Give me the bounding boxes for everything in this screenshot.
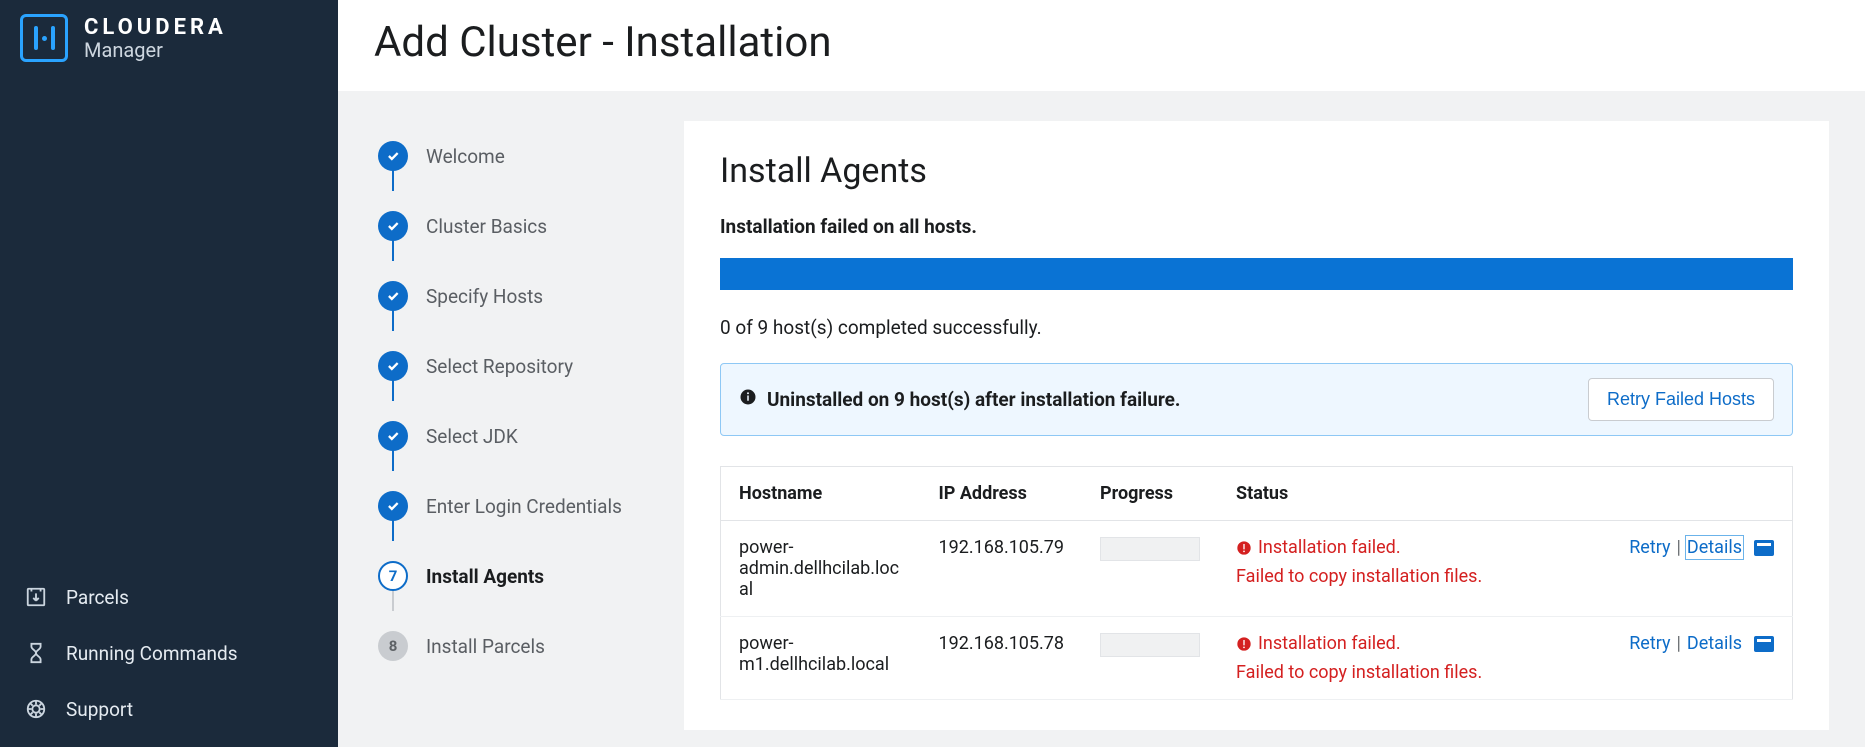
status-sub: Failed to copy installation files.	[1236, 566, 1774, 587]
wizard-step[interactable]: Specify Hosts	[378, 261, 644, 331]
step-number: 7	[378, 561, 408, 591]
support-icon	[24, 697, 48, 721]
panel-sub: Installation failed on all hosts.	[720, 215, 1793, 238]
wizard-step[interactable]: Select Repository	[378, 331, 644, 401]
sidebar-item-parcels[interactable]: Parcels	[0, 569, 338, 625]
details-link[interactable]: Details	[1687, 633, 1742, 654]
step-number: 8	[378, 631, 408, 661]
brand-logo-icon	[20, 14, 68, 62]
retry-link[interactable]: Retry	[1629, 633, 1670, 654]
wizard-step[interactable]: 7 Install Agents	[378, 541, 644, 611]
cell-status: Installation failed.Retry | DetailsFaile…	[1218, 617, 1792, 700]
sidebar-item-label: Support	[66, 698, 133, 721]
panel-heading: Install Agents	[720, 151, 1793, 191]
cell-hostname: power-admin.dellhcilab.local	[721, 521, 921, 617]
check-icon	[378, 351, 408, 381]
cell-progress	[1082, 617, 1218, 700]
step-label: Enter Login Credentials	[426, 495, 622, 518]
progress-indicator	[1100, 633, 1200, 657]
cell-status: Installation failed.Retry | DetailsFaile…	[1218, 521, 1792, 617]
main-content: Add Cluster - Installation Welcome Cluste…	[338, 0, 1865, 747]
parcels-icon	[24, 585, 48, 609]
sidebar-item-support[interactable]: Support	[0, 681, 338, 737]
details-link[interactable]: Details	[1687, 537, 1742, 558]
status-sub: Failed to copy installation files.	[1236, 662, 1774, 683]
step-label: Specify Hosts	[426, 285, 543, 308]
check-icon	[378, 421, 408, 451]
status-error: Installation failed.	[1236, 633, 1401, 654]
error-icon	[1236, 540, 1252, 556]
col-progress: Progress	[1082, 467, 1218, 521]
col-hostname: Hostname	[721, 467, 921, 521]
progress-text: 0 of 9 host(s) completed successfully.	[720, 316, 1793, 339]
sidebar-item-label: Parcels	[66, 586, 129, 609]
window-icon[interactable]	[1754, 540, 1774, 556]
brand-subtitle: Manager	[84, 38, 227, 62]
wizard-step[interactable]: 8 Install Parcels	[378, 611, 644, 681]
check-icon	[378, 141, 408, 171]
col-ip: IP Address	[921, 467, 1083, 521]
cell-hostname: power-m1.dellhcilab.local	[721, 617, 921, 700]
cell-progress	[1082, 521, 1218, 617]
hosts-table: Hostname IP Address Progress Status powe…	[720, 466, 1793, 700]
sidebar-nav: Parcels Running Commands Support	[0, 569, 338, 747]
table-row: power-m1.dellhcilab.local192.168.105.78 I…	[721, 617, 1793, 700]
step-label: Select JDK	[426, 425, 518, 448]
wizard-step[interactable]: Select JDK	[378, 401, 644, 471]
uninstall-info-box: Uninstalled on 9 host(s) after installat…	[720, 363, 1793, 436]
uninstall-message: Uninstalled on 9 host(s) after installat…	[767, 388, 1180, 411]
cell-ip: 192.168.105.79	[921, 521, 1083, 617]
brand-name: CLOUDERA	[84, 15, 227, 40]
global-progress-bar	[720, 258, 1793, 290]
status-error: Installation failed.	[1236, 537, 1401, 558]
hourglass-icon	[24, 641, 48, 665]
check-icon	[378, 491, 408, 521]
table-row: power-admin.dellhcilab.local192.168.105.…	[721, 521, 1793, 617]
sidebar: CLOUDERA Manager Parcels Running Command…	[0, 0, 338, 747]
check-icon	[378, 211, 408, 241]
step-label: Select Repository	[426, 355, 573, 378]
sidebar-item-label: Running Commands	[66, 642, 238, 665]
step-label: Cluster Basics	[426, 215, 547, 238]
step-label: Install Agents	[426, 565, 544, 588]
window-icon[interactable]	[1754, 636, 1774, 652]
step-label: Welcome	[426, 145, 505, 168]
error-icon	[1236, 636, 1252, 652]
check-icon	[378, 281, 408, 311]
retry-link[interactable]: Retry	[1629, 537, 1670, 558]
wizard-step[interactable]: Cluster Basics	[378, 191, 644, 261]
wizard-step[interactable]: Enter Login Credentials	[378, 471, 644, 541]
col-status: Status	[1218, 467, 1792, 521]
step-label: Install Parcels	[426, 635, 545, 658]
sidebar-item-running-commands[interactable]: Running Commands	[0, 625, 338, 681]
install-agents-panel: Install Agents Installation failed on al…	[684, 121, 1829, 730]
wizard-step[interactable]: Welcome	[378, 121, 644, 191]
cell-ip: 192.168.105.78	[921, 617, 1083, 700]
wizard-steps: Welcome Cluster Basics Specify Hosts Select…	[374, 121, 644, 681]
retry-failed-hosts-button[interactable]: Retry Failed Hosts	[1588, 378, 1774, 421]
page-title: Add Cluster - Installation	[338, 0, 1865, 91]
info-icon	[739, 388, 757, 411]
progress-indicator	[1100, 537, 1200, 561]
brand[interactable]: CLOUDERA Manager	[0, 0, 338, 80]
